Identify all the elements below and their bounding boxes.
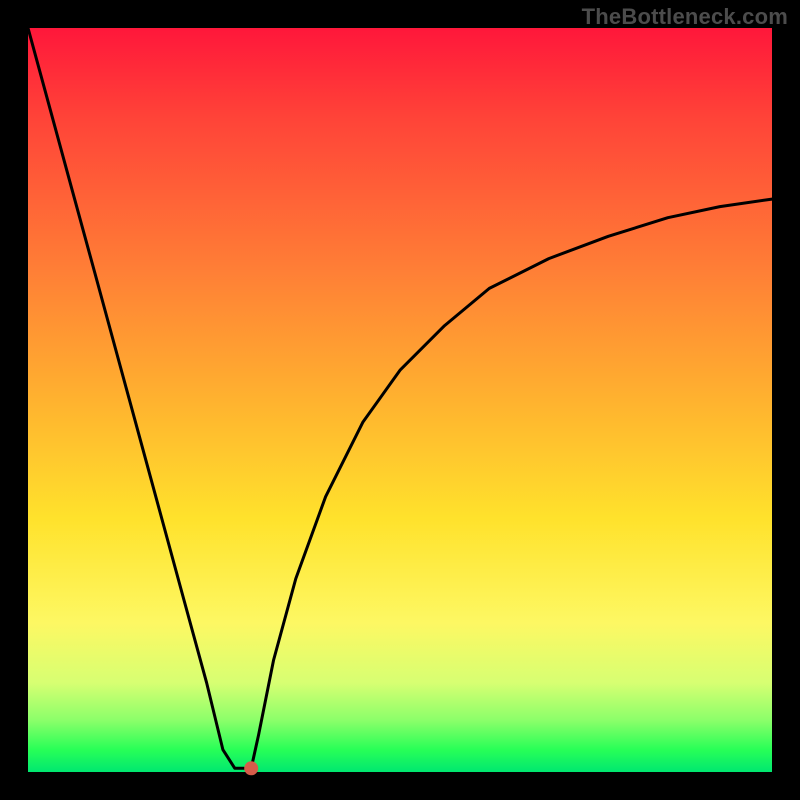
- minimum-marker: [244, 761, 258, 775]
- curve-right-branch: [251, 199, 772, 768]
- chart-frame: TheBottleneck.com: [0, 0, 800, 800]
- curve-svg: [28, 28, 772, 772]
- watermark-text: TheBottleneck.com: [582, 4, 788, 30]
- curve-left-branch: [28, 28, 244, 768]
- plot-area: [28, 28, 772, 772]
